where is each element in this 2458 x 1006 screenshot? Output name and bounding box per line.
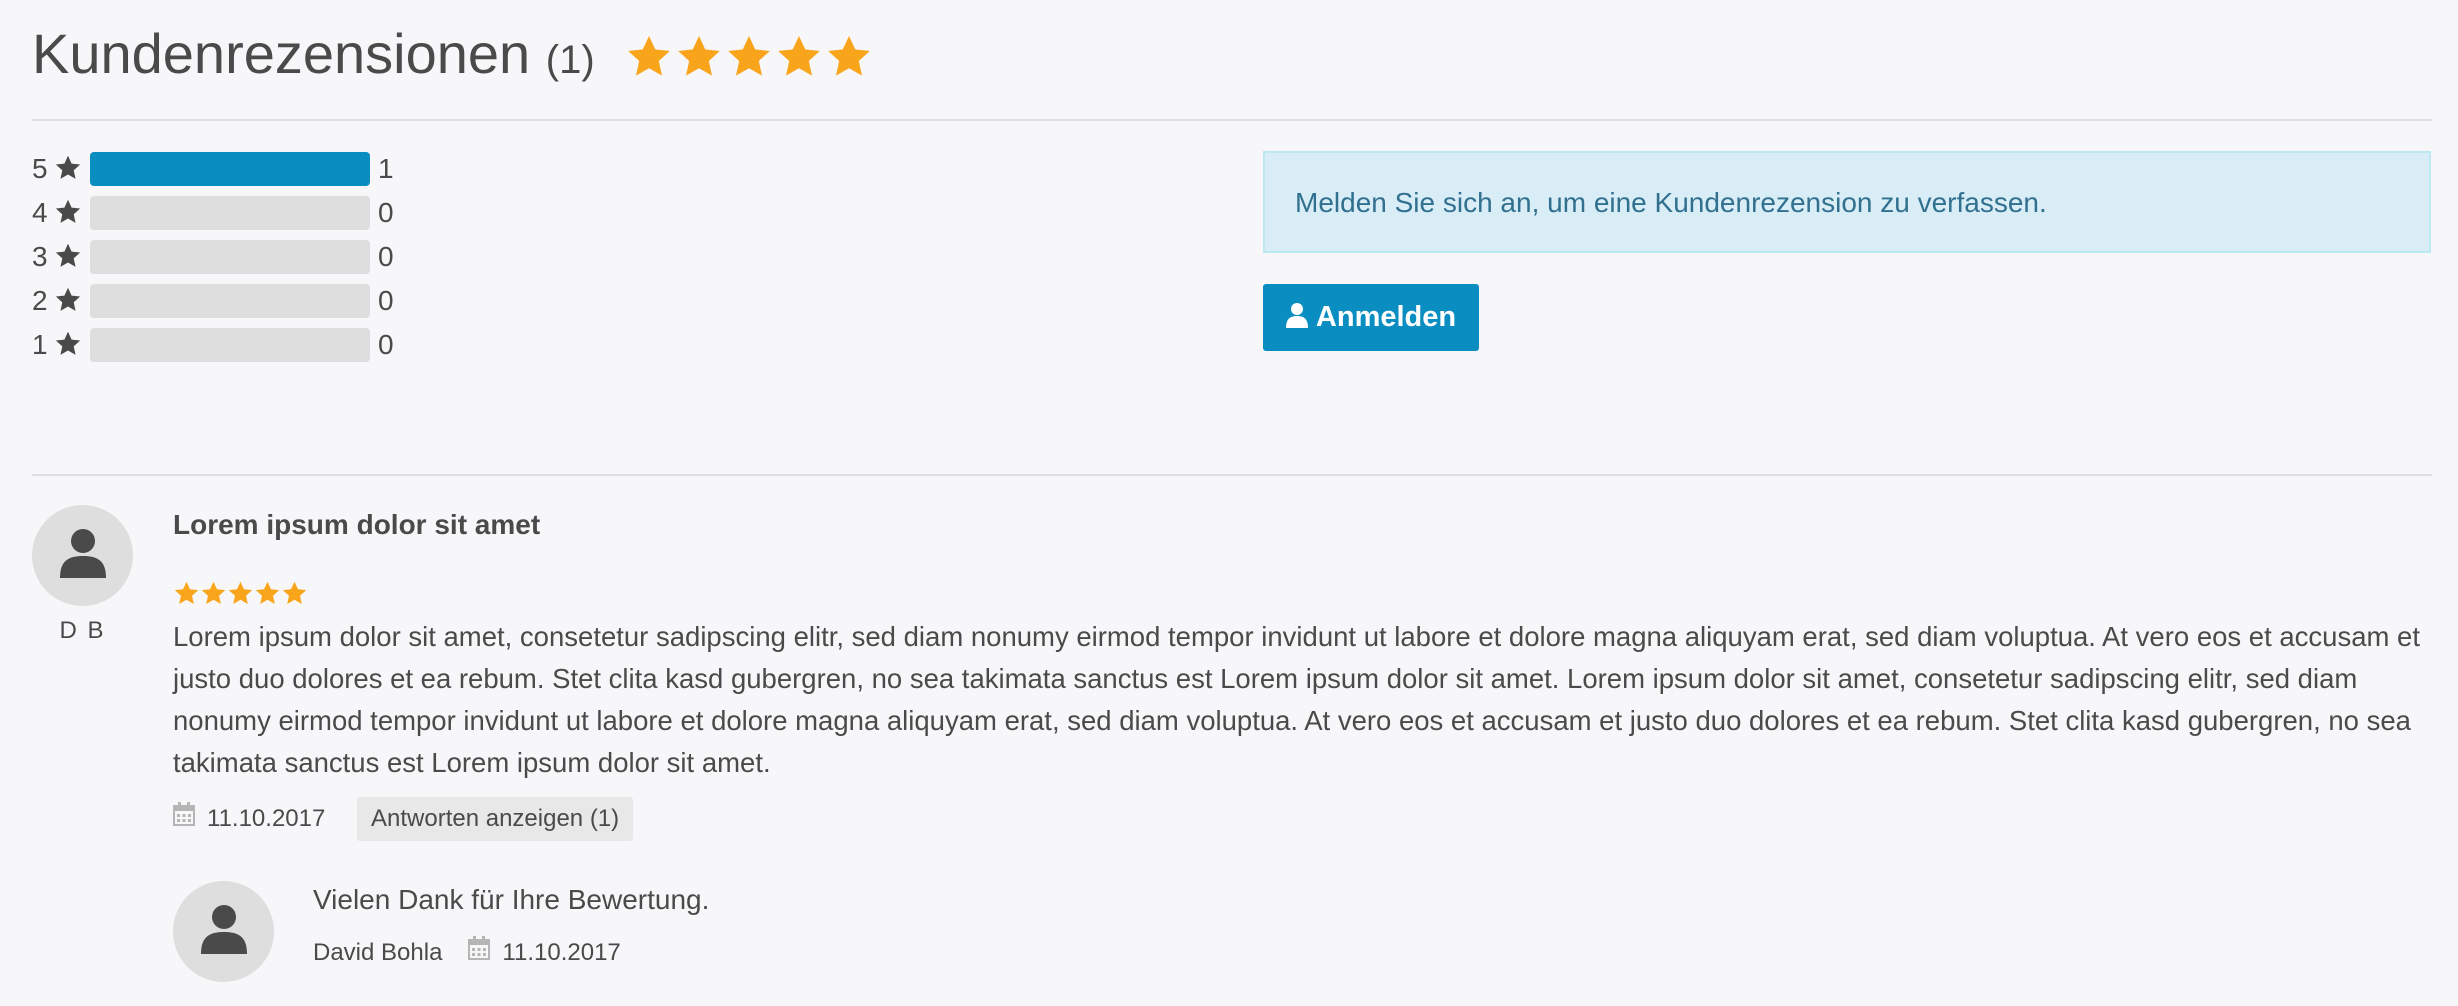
star-icon bbox=[825, 33, 873, 81]
breakdown-bar[interactable] bbox=[90, 284, 370, 318]
breakdown-bar[interactable] bbox=[90, 196, 370, 230]
star-icon bbox=[281, 580, 308, 607]
title-text: Kundenrezensionen bbox=[32, 22, 531, 85]
avatar bbox=[32, 505, 133, 606]
calendar-icon bbox=[468, 933, 491, 973]
star-icon bbox=[254, 580, 281, 607]
divider bbox=[32, 119, 2432, 121]
reply-avatar bbox=[173, 881, 274, 982]
user-silhouette-icon bbox=[200, 904, 247, 959]
breakdown-stars-label: 1 bbox=[32, 329, 48, 360]
star-icon bbox=[725, 33, 773, 81]
breakdown-bar[interactable] bbox=[90, 152, 370, 186]
user-icon bbox=[1285, 302, 1308, 333]
star-icon bbox=[54, 286, 82, 314]
star-icon bbox=[227, 580, 254, 607]
star-icon bbox=[54, 154, 82, 182]
breakdown-bar-fill bbox=[90, 152, 370, 186]
show-replies-label: Antworten anzeigen (1) bbox=[371, 805, 620, 832]
login-notice: Melden Sie sich an, um eine Kundenrezens… bbox=[1263, 151, 2431, 253]
breakdown-count: 0 bbox=[378, 329, 394, 360]
review-author: D B bbox=[59, 617, 106, 644]
show-replies-button[interactable]: Antworten anzeigen (1) bbox=[357, 797, 634, 841]
reply-author: David Bohla bbox=[313, 939, 443, 966]
review-body: Lorem ipsum dolor sit amet, consetetur s… bbox=[173, 621, 2420, 778]
star-icon bbox=[54, 198, 82, 226]
login-button-label: Anmelden bbox=[1315, 301, 1457, 333]
star-icon bbox=[200, 580, 227, 607]
divider bbox=[32, 474, 2432, 476]
user-silhouette-icon bbox=[59, 528, 106, 583]
breakdown-stars-label: 4 bbox=[32, 197, 48, 228]
review-count: (1) bbox=[545, 38, 595, 82]
star-icon bbox=[54, 242, 82, 270]
star-icon bbox=[173, 580, 200, 607]
review-rating-stars bbox=[173, 580, 308, 607]
reply-meta: David Bohla 11.10.2017 bbox=[313, 933, 621, 973]
calendar-icon bbox=[173, 799, 195, 839]
average-rating-stars bbox=[625, 33, 873, 81]
star-icon bbox=[675, 33, 723, 81]
review-title: Lorem ipsum dolor sit amet bbox=[173, 509, 541, 540]
star-icon bbox=[625, 33, 673, 81]
login-button[interactable]: Anmelden bbox=[1263, 284, 1479, 351]
breakdown-count: 1 bbox=[378, 153, 394, 184]
review-date: 11.10.2017 bbox=[173, 799, 325, 839]
breakdown-count: 0 bbox=[378, 241, 394, 272]
review-date-text: 11.10.2017 bbox=[207, 805, 326, 832]
breakdown-count: 0 bbox=[378, 197, 394, 228]
page-title: Kundenrezensionen (1) bbox=[32, 18, 595, 96]
reply-date: 11.10.2017 bbox=[502, 939, 621, 966]
breakdown-stars-label: 5 bbox=[32, 153, 48, 184]
star-icon bbox=[775, 33, 823, 81]
breakdown-bar[interactable] bbox=[90, 328, 370, 362]
breakdown-stars-label: 2 bbox=[32, 285, 48, 316]
star-icon bbox=[54, 330, 82, 358]
breakdown-bar[interactable] bbox=[90, 240, 370, 274]
reply-text: Vielen Dank für Ihre Bewertung. bbox=[313, 884, 710, 915]
breakdown-count: 0 bbox=[378, 285, 394, 316]
breakdown-stars-label: 3 bbox=[32, 241, 48, 272]
login-notice-text: Melden Sie sich an, um eine Kundenrezens… bbox=[1295, 187, 2047, 218]
